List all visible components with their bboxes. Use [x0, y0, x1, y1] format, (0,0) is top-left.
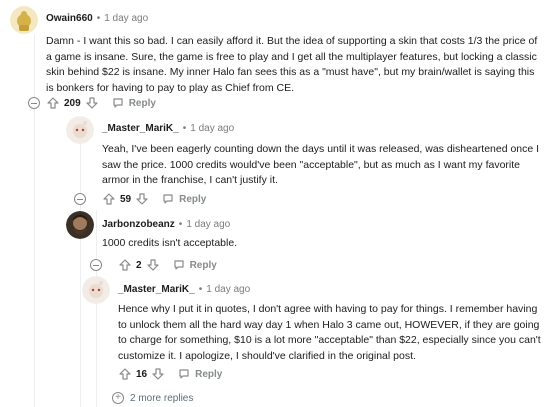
avatar[interactable]: [82, 276, 110, 304]
username[interactable]: Owain660: [46, 13, 93, 24]
user-photo-avatar-icon: [66, 211, 94, 239]
reply-label: Reply: [128, 97, 156, 109]
upvote-icon[interactable]: [102, 192, 116, 206]
avatar[interactable]: [66, 211, 94, 239]
comment-body: Hence why I put it in quotes, I don't ag…: [118, 303, 541, 362]
comment-body: Damn - I want this so bad. I can easily …: [46, 35, 538, 94]
upvote-icon[interactable]: [118, 258, 132, 272]
timestamp[interactable]: 1 day ago: [104, 13, 148, 24]
username[interactable]: _Master_MariK_: [118, 284, 195, 295]
timestamp[interactable]: 1 day ago: [206, 284, 250, 295]
reply-label: Reply: [189, 259, 217, 271]
upvote-icon[interactable]: [46, 96, 60, 110]
reply-button[interactable]: Reply: [111, 96, 156, 110]
collapse-button[interactable]: [74, 193, 86, 205]
snoo-avatar-icon: [10, 6, 38, 34]
username[interactable]: Jarbonzobeanz: [102, 219, 175, 230]
thread-line: [34, 34, 35, 407]
separator: •: [96, 13, 101, 24]
comment-body: 1000 credits isn't acceptable.: [102, 237, 238, 249]
comment-icon: [161, 192, 175, 206]
timestamp[interactable]: 1 day ago: [186, 219, 230, 230]
avatar[interactable]: [10, 6, 38, 34]
downvote-icon[interactable]: [151, 367, 165, 381]
avatar[interactable]: [66, 116, 94, 144]
more-replies-label: 2 more replies: [130, 392, 194, 404]
collapse-button[interactable]: [90, 259, 102, 271]
downvote-icon[interactable]: [135, 192, 149, 206]
vote-score: 16: [136, 368, 148, 380]
comment-icon: [172, 258, 186, 272]
thread-line: [80, 140, 81, 407]
separator: •: [178, 219, 183, 230]
reply-button[interactable]: Reply: [172, 258, 217, 272]
reply-label: Reply: [195, 368, 223, 380]
plus-circle-icon: +: [112, 392, 124, 404]
snoo-avatar-icon: [66, 116, 94, 144]
downvote-icon[interactable]: [85, 96, 99, 110]
comment-icon: [177, 367, 191, 381]
upvote-icon[interactable]: [118, 367, 132, 381]
vote-score: 59: [120, 193, 132, 205]
collapse-button[interactable]: [28, 97, 40, 109]
reply-label: Reply: [179, 193, 207, 205]
snoo-avatar-icon: [82, 276, 110, 304]
vote-score: 2: [136, 259, 142, 271]
comment-body: Yeah, I've been eagerly counting down th…: [102, 143, 540, 186]
reply-button[interactable]: Reply: [177, 367, 222, 381]
separator: •: [198, 284, 203, 295]
thread-line: [96, 210, 97, 407]
separator: •: [182, 123, 187, 134]
username[interactable]: _Master_MariK_: [102, 123, 179, 134]
reply-button[interactable]: Reply: [161, 192, 206, 206]
timestamp[interactable]: 1 day ago: [190, 123, 234, 134]
vote-score: 209: [64, 97, 81, 109]
more-replies-button[interactable]: + 2 more replies: [112, 392, 193, 404]
downvote-icon[interactable]: [146, 258, 160, 272]
comment-icon: [111, 96, 125, 110]
